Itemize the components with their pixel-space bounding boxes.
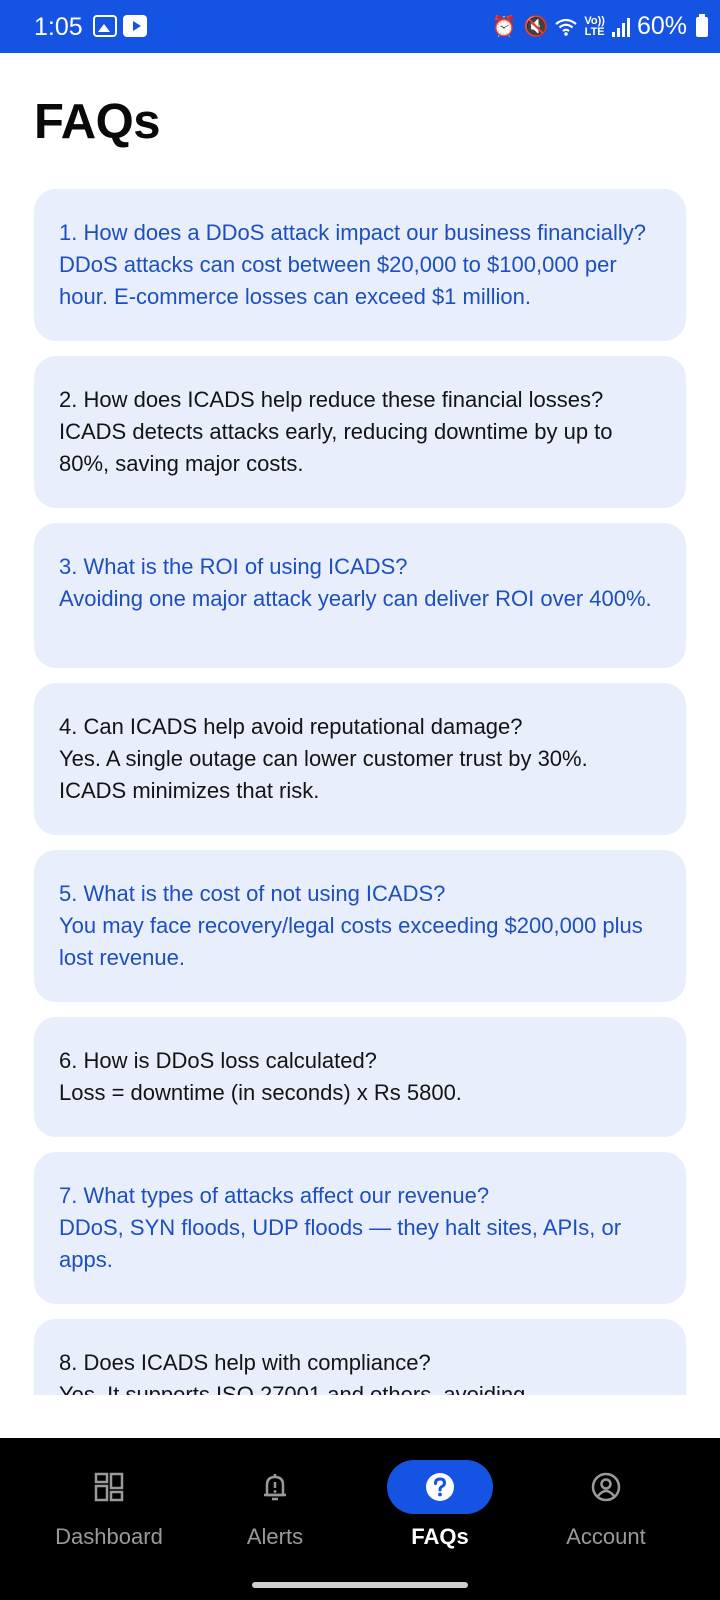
home-indicator[interactable] [252, 1582, 468, 1588]
faq-answer: Yes. A single outage can lower customer … [59, 746, 588, 803]
faq-question: 7. What types of attacks affect our reve… [59, 1183, 490, 1208]
status-right: ⏰ 🔇 Vo)) LTE 60% [492, 12, 708, 41]
faq-answer: Loss = downtime (in seconds) x Rs 5800. [59, 1080, 462, 1105]
signal-icon [611, 17, 630, 37]
faq-question: 2. How does ICADS help reduce these fina… [59, 387, 604, 412]
nav-label-dashboard: Dashboard [55, 1524, 163, 1549]
nav-item-alerts[interactable]: Alerts [185, 1438, 365, 1568]
faq-card[interactable]: 4. Can ICADS help avoid reputational dam… [34, 683, 686, 835]
faq-question: 8. Does ICADS help with compliance? [59, 1350, 431, 1375]
bottom-nav: Dashboard Alerts FAQs Account [0, 1438, 720, 1600]
faq-question: 4. Can ICADS help avoid reputational dam… [59, 714, 523, 739]
volte-label-bottom: LTE [584, 25, 605, 38]
mute-icon: 🔇 [523, 16, 549, 38]
faq-card[interactable]: 5. What is the cost of not using ICADS? … [34, 850, 686, 1002]
faq-answer: ICADS detects attacks early, reducing do… [59, 419, 613, 476]
account-icon [591, 1472, 621, 1502]
faq-card[interactable]: 2. How does ICADS help reduce these fina… [34, 356, 686, 508]
alarm-icon: ⏰ [491, 16, 517, 38]
nav-icon-wrap [56, 1460, 162, 1514]
volte-label-top: Vo)) [584, 14, 605, 27]
faq-card[interactable]: 1. How does a DDoS attack impact our bus… [34, 189, 686, 341]
nav-icon-wrap [553, 1460, 659, 1514]
faq-card[interactable]: 8. Does ICADS help with compliance? Yes.… [34, 1319, 686, 1395]
faq-question: 3. What is the ROI of using ICADS? [59, 554, 408, 579]
nav-item-dashboard[interactable]: Dashboard [19, 1438, 199, 1568]
battery-icon [696, 13, 708, 37]
nav-label-faqs: FAQs [411, 1524, 469, 1549]
nav-icon-wrap [222, 1460, 328, 1514]
faq-answer: Avoiding one major attack yearly can del… [59, 586, 652, 611]
page-title: FAQs [34, 95, 160, 149]
nav-label-alerts: Alerts [246, 1524, 304, 1549]
volte-icon: Vo)) LTE [584, 14, 605, 38]
dashboard-icon [94, 1472, 124, 1502]
gallery-icon [93, 15, 117, 37]
bell-alert-icon [264, 1474, 286, 1501]
faq-card[interactable]: 6. How is DDoS loss calculated? Loss = d… [34, 1017, 686, 1137]
status-bar: 1:05 ⏰ 🔇 Vo)) LTE 60% [0, 0, 720, 53]
faq-answer: Yes. It supports ISO 27001 and others, a… [59, 1382, 526, 1395]
faq-card[interactable]: 3. What is the ROI of using ICADS? Avoid… [34, 523, 686, 668]
help-circle-icon [426, 1473, 454, 1501]
status-left-icons [93, 15, 147, 37]
nav-label-account: Account [566, 1524, 646, 1549]
faq-question: 5. What is the cost of not using ICADS? [59, 881, 446, 906]
youtube-icon [123, 15, 147, 37]
faq-answer: DDoS, SYN floods, UDP floods — they halt… [59, 1215, 622, 1272]
faq-list[interactable]: 1. How does a DDoS attack impact our bus… [34, 189, 686, 1395]
nav-item-faqs[interactable]: FAQs [350, 1438, 530, 1568]
status-time: 1:05 [34, 13, 83, 41]
faq-question: 6. How is DDoS loss calculated? [59, 1048, 377, 1073]
faq-answer: DDoS attacks can cost between $20,000 to… [59, 252, 617, 309]
faq-question: 1. How does a DDoS attack impact our bus… [59, 220, 646, 245]
faq-card[interactable]: 7. What types of attacks affect our reve… [34, 1152, 686, 1304]
nav-icon-wrap [387, 1460, 493, 1514]
battery-percent: 60% [636, 12, 687, 40]
nav-item-account[interactable]: Account [516, 1438, 696, 1568]
faq-answer: You may face recovery/legal costs exceed… [59, 913, 643, 970]
wifi-icon [555, 18, 578, 36]
